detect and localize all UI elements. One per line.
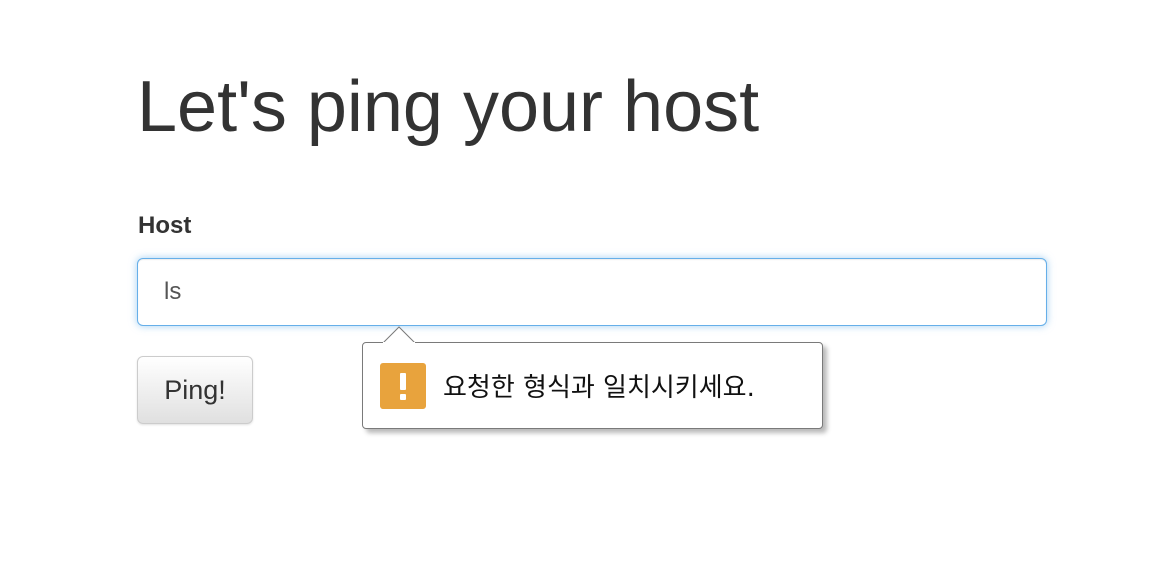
validation-tooltip: 요청한 형식과 일치시키세요. — [362, 326, 823, 429]
host-input[interactable] — [137, 258, 1047, 326]
warning-icon — [380, 362, 426, 409]
ping-button[interactable]: Ping! — [137, 356, 253, 424]
tooltip-arrow — [383, 326, 415, 343]
page-title: Let's ping your host — [137, 67, 760, 147]
host-label: Host — [138, 212, 192, 239]
tooltip-message: 요청한 형식과 일치시키세요. — [443, 373, 755, 403]
page-container: Let's ping your host Host Ping! 요청한 형식과 … — [0, 0, 1165, 581]
